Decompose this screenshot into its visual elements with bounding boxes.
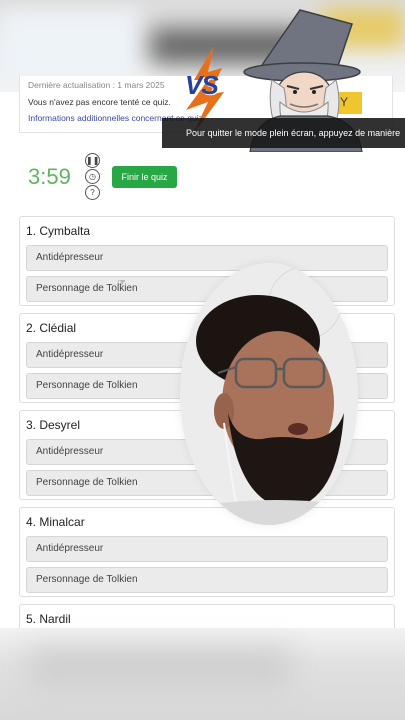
blurred-bottom-area: [0, 628, 405, 720]
question-title: 2. Clédial: [26, 321, 77, 335]
answer-label: Antidépresseur: [36, 252, 104, 263]
last-update-text: Dernière actualisation : 1 mars 2025: [28, 80, 165, 90]
webcam-overlay: [180, 263, 358, 525]
help-icon[interactable]: ?: [85, 185, 100, 200]
answer-label: Antidépresseur: [36, 349, 104, 360]
answer-label: Personnage de Tolkien: [36, 477, 138, 488]
answer-option[interactable]: Antidépresseur: [26, 536, 388, 562]
blur-patch: [0, 10, 140, 80]
answer-label: Personnage de Tolkien: [36, 574, 138, 585]
toast-text: Pour quitter le mode plein écran, appuye…: [186, 128, 401, 138]
question-title: 5. Nardil: [26, 612, 71, 626]
fullscreen-toast: Pour quitter le mode plein écran, appuye…: [162, 118, 405, 148]
quiz-timer: 3:59: [28, 164, 71, 189]
person-icon: [180, 263, 358, 525]
answer-option[interactable]: Antidépresseur: [26, 245, 388, 271]
answer-label: Personnage de Tolkien: [36, 380, 138, 391]
answer-option[interactable]: Personnage de Tolkien: [26, 567, 388, 593]
answer-label: Antidépresseur: [36, 543, 104, 554]
question-title: 1. Cymbalta: [26, 224, 91, 238]
finish-quiz-button[interactable]: Finir le quiz: [112, 166, 177, 188]
vs-label: VS: [185, 70, 219, 100]
clock-icon[interactable]: ◷: [85, 169, 100, 184]
blur-patch: [30, 648, 290, 688]
attempt-status-text: Vous n'avez pas encore tenté ce quiz.: [28, 97, 171, 107]
mouse-cursor-icon: ☞: [117, 278, 126, 289]
answer-label: Antidépresseur: [36, 446, 104, 457]
question-title: 4. Minalcar: [26, 515, 85, 529]
question-card: 1. Cymbalta Antidépresseur Personnage de…: [19, 216, 395, 306]
question-card: 4. Minalcar Antidépresseur Personnage de…: [19, 507, 395, 597]
pause-icon[interactable]: ❚❚: [85, 153, 100, 168]
question-title: 3. Desyrel: [26, 418, 81, 432]
